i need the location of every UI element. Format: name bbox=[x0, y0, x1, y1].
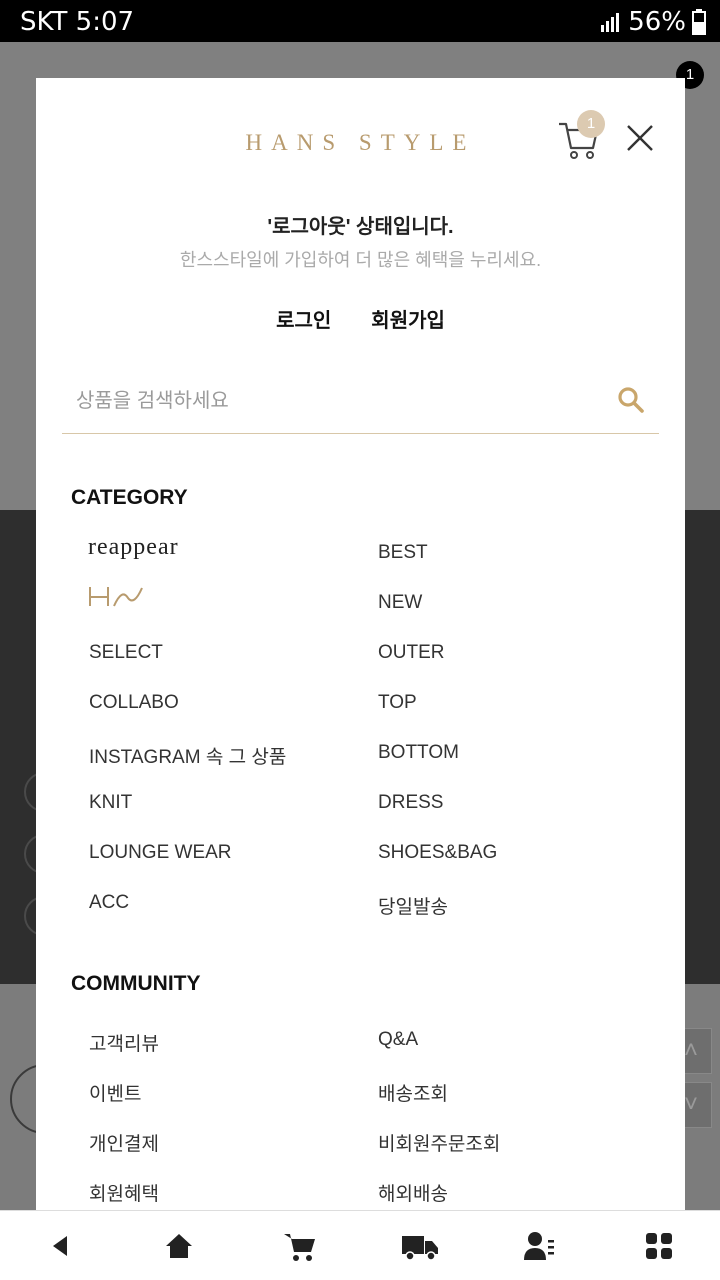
search-input[interactable]: 상품을 검색하세요 bbox=[76, 384, 229, 413]
auth-links: 로그인 회원가입 bbox=[36, 304, 685, 333]
cart-button[interactable]: 1 bbox=[557, 110, 605, 160]
community-item-event[interactable]: 이벤트 bbox=[89, 1079, 141, 1106]
nav-my-page[interactable] bbox=[523, 1230, 557, 1262]
login-link[interactable]: 로그인 bbox=[276, 304, 331, 333]
category-item-best[interactable]: BEST bbox=[378, 542, 428, 564]
community-item-qna[interactable]: Q&A bbox=[378, 1029, 418, 1051]
search-icon[interactable] bbox=[617, 386, 645, 414]
status-bar: SKT 5:07 56% bbox=[0, 0, 720, 42]
search-bar[interactable]: 상품을 검색하세요 bbox=[62, 372, 659, 434]
community-title: COMMUNITY bbox=[71, 972, 201, 995]
delivery-truck-icon bbox=[402, 1236, 438, 1261]
category-item-reappear[interactable]: reappear bbox=[88, 534, 179, 561]
login-status-title: '로그아웃' 상태입니다. bbox=[267, 216, 454, 238]
category-item-lounge-wear[interactable]: LOUNGE WEAR bbox=[89, 842, 232, 864]
status-right: 56% bbox=[600, 7, 706, 37]
community-item-delivery[interactable]: 배송조회 bbox=[378, 1079, 448, 1106]
home-icon bbox=[166, 1234, 192, 1258]
back-icon bbox=[53, 1236, 67, 1256]
battery-percent: 56% bbox=[628, 7, 686, 37]
category-title: CATEGORY bbox=[71, 486, 188, 509]
category-item-same-day[interactable]: 당일발송 bbox=[378, 892, 448, 919]
login-status-subtitle: 한스스타일에 가입하여 더 많은 혜택을 누리세요. bbox=[179, 250, 542, 270]
hs-logo-icon bbox=[89, 587, 143, 607]
nav-back[interactable] bbox=[45, 1230, 79, 1262]
category-item-bottom[interactable]: BOTTOM bbox=[378, 742, 459, 764]
my-page-icon bbox=[524, 1232, 554, 1260]
category-item-acc[interactable]: ACC bbox=[89, 892, 129, 914]
category-item-instagram[interactable]: INSTAGRAM 속 그 상품 bbox=[89, 742, 286, 769]
category-item-knit[interactable]: KNIT bbox=[89, 792, 132, 814]
category-item-new[interactable]: NEW bbox=[378, 592, 422, 614]
battery-icon bbox=[692, 9, 706, 35]
community-item-benefits[interactable]: 회원혜택 bbox=[89, 1179, 159, 1206]
signup-link[interactable]: 회원가입 bbox=[371, 304, 445, 333]
nav-cart[interactable] bbox=[283, 1230, 317, 1262]
side-menu-modal: HANS STYLE 1 '로그아웃' 상태입니다. 한스스타일에 가입하여 더… bbox=[36, 78, 685, 1210]
community-item-payment[interactable]: 개인결제 bbox=[89, 1129, 159, 1156]
category-item-collabo[interactable]: COLLABO bbox=[89, 692, 179, 714]
category-item-shoes-bag[interactable]: SHOES&BAG bbox=[378, 842, 497, 864]
nav-home[interactable] bbox=[163, 1230, 197, 1262]
cart-icon bbox=[284, 1234, 315, 1261]
close-button[interactable] bbox=[624, 122, 656, 154]
cart-count-badge: 1 bbox=[577, 110, 605, 138]
nav-menu[interactable] bbox=[643, 1230, 677, 1262]
category-item-hs[interactable] bbox=[88, 584, 144, 612]
signal-icon bbox=[601, 13, 620, 32]
category-item-select[interactable]: SELECT bbox=[89, 642, 163, 664]
community-item-review[interactable]: 고객리뷰 bbox=[89, 1029, 159, 1056]
category-item-dress[interactable]: DRESS bbox=[378, 792, 443, 814]
nav-delivery[interactable] bbox=[401, 1230, 439, 1262]
category-item-outer[interactable]: OUTER bbox=[378, 642, 445, 664]
bottom-nav bbox=[0, 1210, 720, 1280]
menu-grid-icon bbox=[646, 1233, 672, 1259]
community-item-guest-order[interactable]: 비회원주문조회 bbox=[378, 1129, 500, 1156]
community-item-overseas[interactable]: 해외배송 bbox=[378, 1179, 448, 1206]
close-icon bbox=[627, 125, 653, 151]
carrier-time: SKT 5:07 bbox=[20, 7, 135, 37]
category-item-top[interactable]: TOP bbox=[378, 692, 417, 714]
